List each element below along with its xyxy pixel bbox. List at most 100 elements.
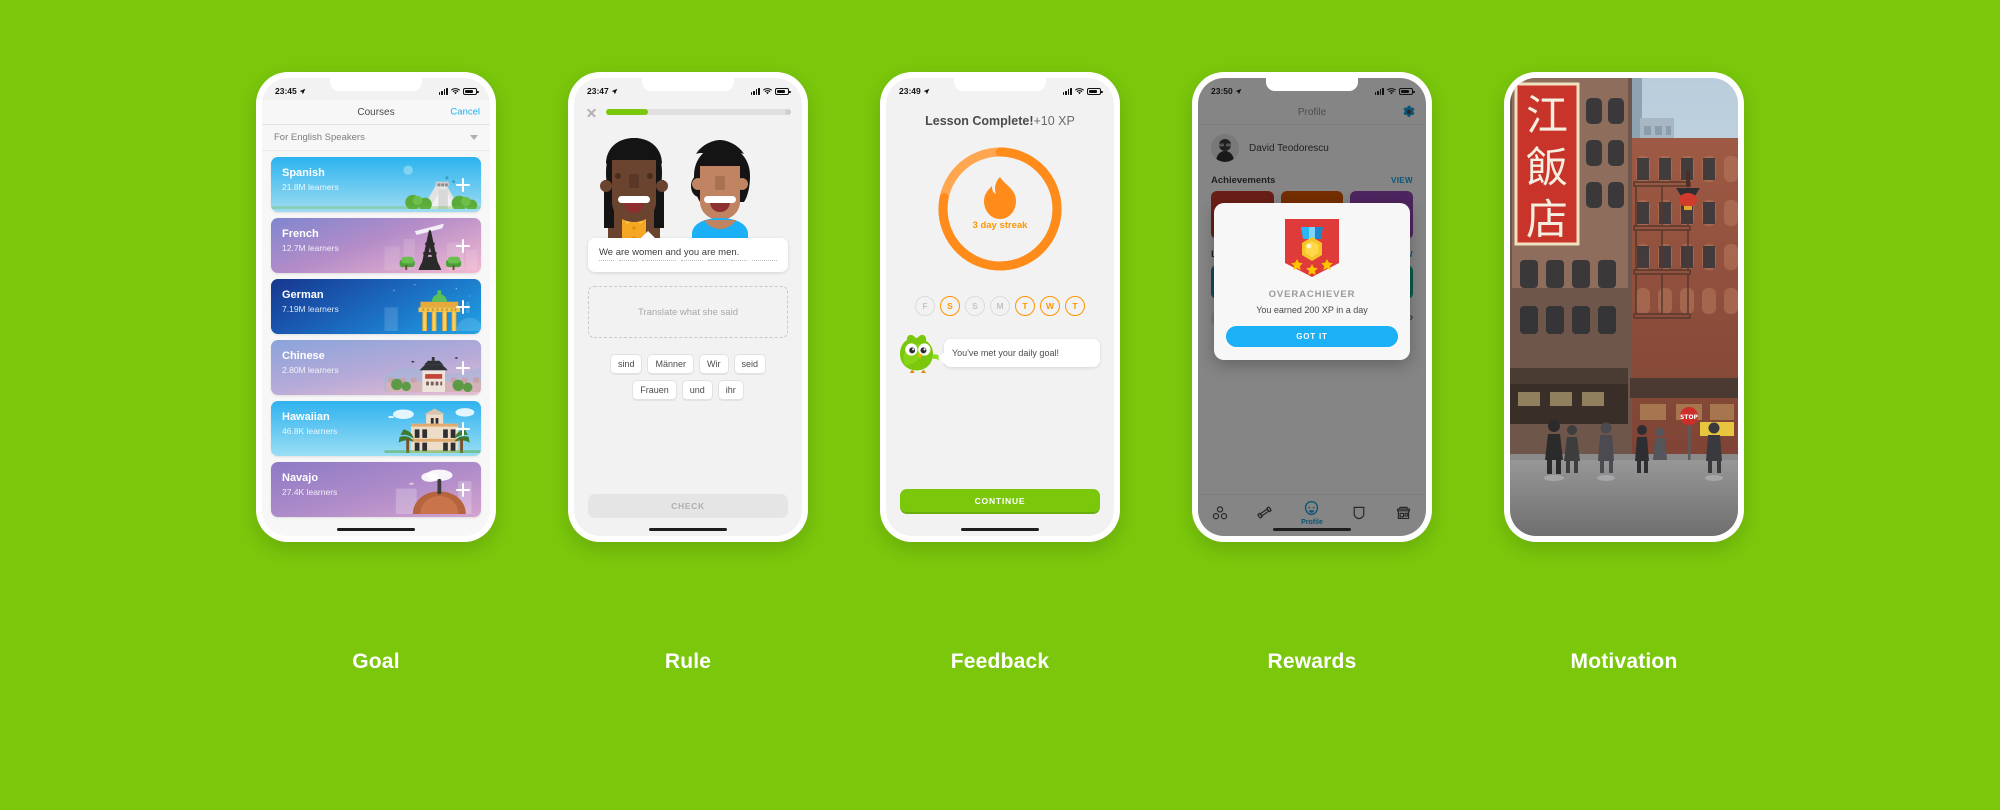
add-course-button[interactable] xyxy=(456,299,470,314)
signal-icon xyxy=(1062,87,1072,95)
course-name: Chinese xyxy=(282,350,325,362)
course-learners: 27.4K learners xyxy=(282,486,338,497)
lesson-progress-fill xyxy=(606,109,649,115)
location-icon xyxy=(611,88,618,94)
signal-icon xyxy=(1374,87,1384,95)
day-circle: S xyxy=(940,296,960,316)
caption-motivation: Motivation xyxy=(1570,650,1678,673)
screen-lesson-complete: 23:49 Lesson Complete!+10 XP 3 day strea… xyxy=(886,78,1114,536)
notch xyxy=(954,78,1046,91)
add-course-button[interactable] xyxy=(456,238,470,253)
course-card-german[interactable]: German 7.19M learners xyxy=(271,279,481,334)
achievement-modal: OVERACHIEVER You earned 200 XP in a day … xyxy=(1214,203,1410,360)
caption-feedback: Feedback xyxy=(950,650,1050,673)
course-card-french[interactable]: French 12.7M learners xyxy=(271,218,481,273)
weekly-streak-days: F S S M T W T xyxy=(886,296,1114,316)
course-name: Hawaiian xyxy=(282,411,330,423)
add-course-button[interactable] xyxy=(456,421,470,436)
complete-title-xp: +10 XP xyxy=(1033,114,1075,128)
day-circle: W xyxy=(1040,296,1060,316)
check-button[interactable]: CHECK xyxy=(588,494,788,518)
owl-message-text: You've met your daily goal! xyxy=(952,348,1059,358)
course-learners: 2.80M learners xyxy=(282,364,339,375)
add-course-button[interactable] xyxy=(456,360,470,375)
caption-goal: Goal xyxy=(352,650,400,673)
progress-knob xyxy=(785,109,791,115)
course-card-spanish[interactable]: Spanish 21.8M learners xyxy=(271,157,481,212)
notch xyxy=(330,78,422,91)
screen-profile: 23:50 Profile David Teodorescu Achieveme… xyxy=(1198,78,1426,536)
language-filter-dropdown[interactable]: For English Speakers xyxy=(262,125,490,151)
battery-icon xyxy=(463,87,479,95)
screen-photo: 江 飯 店 STOP xyxy=(1510,78,1738,536)
signal-icon xyxy=(438,87,448,95)
course-text: Hawaiian 46.8K learners xyxy=(282,411,337,436)
word-tile[interactable]: seid xyxy=(733,354,767,375)
owl-feedback-row: You've met your daily goal! xyxy=(886,332,1114,374)
course-learners: 7.19M learners xyxy=(282,303,339,314)
cancel-button[interactable]: Cancel xyxy=(450,107,480,118)
course-text: Chinese 2.80M learners xyxy=(282,350,339,375)
language-filter-label: For English Speakers xyxy=(274,132,365,143)
word-tile[interactable]: Frauen xyxy=(632,380,677,401)
complete-title-main: Lesson Complete! xyxy=(925,114,1034,128)
course-text: Navajo 27.4K learners xyxy=(282,472,337,497)
day-circle: F xyxy=(915,296,935,316)
course-card-navajo[interactable]: Navajo 27.4K learners xyxy=(271,462,481,517)
close-icon[interactable] xyxy=(586,107,597,118)
got-it-button[interactable]: GOT IT xyxy=(1226,326,1398,347)
word-tile[interactable]: sind xyxy=(609,354,643,375)
wifi-icon xyxy=(1075,87,1084,94)
caption-rule: Rule xyxy=(664,650,712,673)
course-name: Navajo xyxy=(282,472,319,484)
day-circle: T xyxy=(1015,296,1035,316)
caption-row: Goal Rule Feedback Rewards Motivation xyxy=(0,650,2000,674)
phone-row: 23:45 Courses Cancel For English Speaker… xyxy=(0,72,2000,542)
sign-char-2: 飯 xyxy=(1526,143,1568,192)
sign-char-3: 店 xyxy=(1526,195,1568,244)
duo-owl-icon xyxy=(900,334,940,373)
overachiever-badge-icon xyxy=(1285,219,1339,277)
course-name: German xyxy=(282,289,324,301)
sign-char-1: 江 xyxy=(1526,91,1568,140)
course-text: German 7.19M learners xyxy=(282,289,339,314)
word-tile[interactable]: Männer xyxy=(647,354,694,375)
wifi-icon xyxy=(1387,87,1396,94)
word-tile[interactable]: ihr xyxy=(717,380,744,401)
course-card-chinese[interactable]: Chinese 2.80M learners xyxy=(271,340,481,395)
lesson-complete-title: Lesson Complete!+10 XP xyxy=(886,114,1114,128)
answer-drop-area[interactable]: Translate what she said xyxy=(588,286,788,338)
add-course-button[interactable] xyxy=(456,482,470,497)
panel-rewards: 23:50 Profile David Teodorescu Achieveme… xyxy=(1192,72,1432,542)
word-tile[interactable]: Wir xyxy=(699,354,729,375)
panel-rule: 23:47 We are women and you are men. Tran… xyxy=(568,72,808,542)
svg-text:STOP: STOP xyxy=(1680,414,1699,421)
location-icon xyxy=(1235,88,1242,94)
course-card-hawaiian[interactable]: Hawaiian 46.8K learners xyxy=(271,401,481,456)
chevron-down-icon xyxy=(470,135,478,140)
battery-icon xyxy=(1087,87,1103,95)
modal-badge-title: OVERACHIEVER xyxy=(1268,289,1356,300)
course-name: French xyxy=(282,228,319,240)
notch xyxy=(642,78,734,91)
course-name: Spanish xyxy=(282,167,325,179)
continue-button[interactable]: CONTINUE xyxy=(900,489,1100,514)
bubble-tail xyxy=(640,231,656,239)
notch xyxy=(1266,78,1358,91)
screen-lesson: 23:47 We are women and you are men. Tran… xyxy=(574,78,802,536)
location-icon xyxy=(299,88,306,94)
home-indicator xyxy=(961,528,1039,531)
day-circle: M xyxy=(990,296,1010,316)
course-list[interactable]: Spanish 21.8M learners French 12.7M lear… xyxy=(262,151,490,536)
word-tile[interactable]: und xyxy=(681,380,713,401)
prompt-bubble[interactable]: We are women and you are men. xyxy=(588,231,788,272)
poster-stage: 23:45 Courses Cancel For English Speaker… xyxy=(0,0,2000,810)
panel-feedback: 23:49 Lesson Complete!+10 XP 3 day strea… xyxy=(880,72,1120,542)
add-course-button[interactable] xyxy=(456,177,470,192)
lesson-header xyxy=(574,100,802,124)
phone-feedback: 23:49 Lesson Complete!+10 XP 3 day strea… xyxy=(880,72,1120,542)
chinatown-photo: 江 飯 店 STOP xyxy=(1510,78,1738,536)
owl-message-bubble: You've met your daily goal! xyxy=(938,339,1100,367)
status-time: 23:45 xyxy=(275,86,297,96)
hint-underlines xyxy=(599,260,777,261)
